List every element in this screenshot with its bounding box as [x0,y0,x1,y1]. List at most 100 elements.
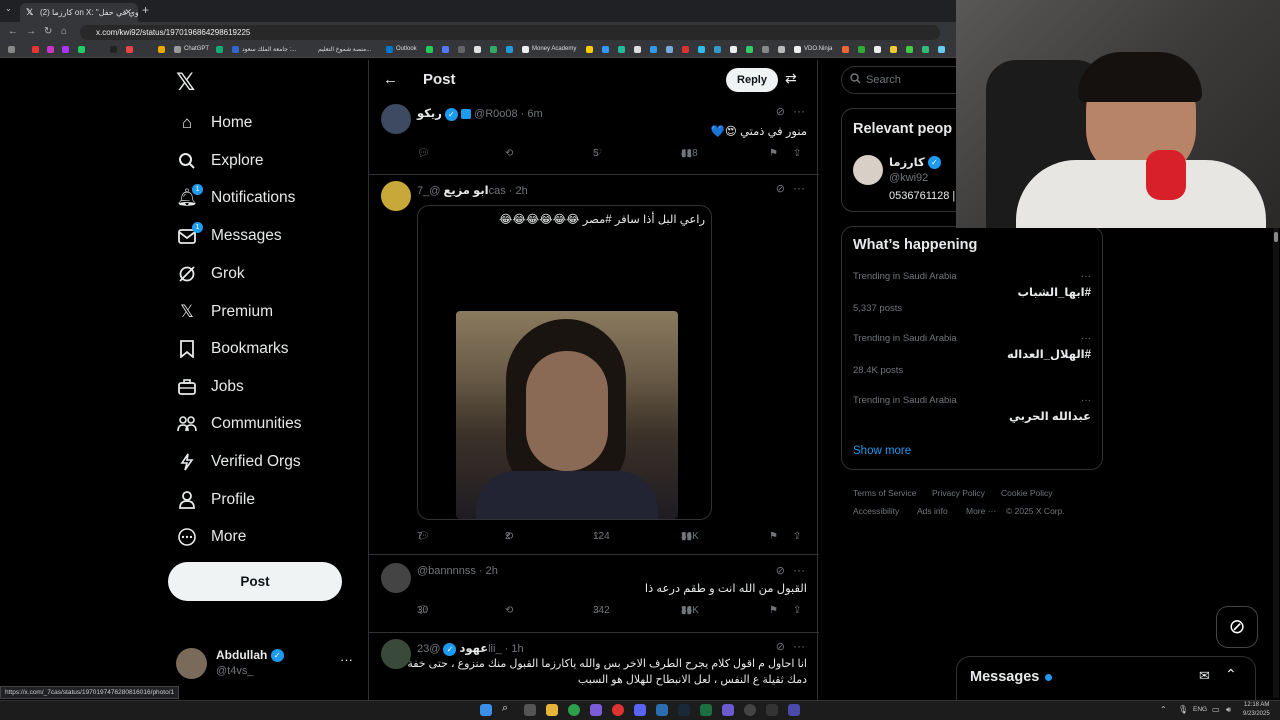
bookmark-icon[interactable]: ⚑ [769,148,778,159]
more-icon[interactable]: ··· [793,639,805,653]
more-icon[interactable]: ··· [793,104,805,118]
excel-icon[interactable] [700,704,712,716]
app-icon[interactable] [612,704,624,716]
whatsapp-icon[interactable] [426,46,433,53]
more-icon[interactable]: ··· [1081,333,1091,344]
grok-icon[interactable]: ⊘ [776,640,785,653]
bookmark-favicon-icon[interactable] [506,46,513,53]
bookmark-favicon-icon[interactable] [650,46,657,53]
trend-item[interactable]: Trending in Saudi Arabia ··· #ابها_الشبا… [842,267,1102,325]
nav-bookmarks[interactable]: Bookmarks [176,334,289,364]
share-icon[interactable]: ⇪ [793,531,801,542]
scrollbar-thumb[interactable] [1274,232,1278,242]
network-icon[interactable]: ▭ [1212,705,1220,714]
reload-icon[interactable]: ↻ [44,26,52,37]
bookmark-favicon-icon[interactable] [698,46,705,53]
more-icon[interactable]: ··· [1081,395,1091,406]
steam-icon[interactable] [678,704,690,716]
messages-drawer[interactable]: Messages ✉ ⌃ [956,656,1256,700]
footer-link[interactable]: Terms of Service [853,488,916,498]
expand-icon[interactable]: ⌃ [1225,666,1237,683]
grok-icon[interactable]: ⊘ [776,105,785,118]
share-icon[interactable]: ⇪ [793,605,801,616]
bookmark-favicon-icon[interactable] [762,46,769,53]
tweet[interactable]: ريكو ✓ @R0o08 · 6m ⊘ ··· منور في ذمتي 😍💙… [369,100,819,168]
media-card[interactable]: راعي البل أذا سافر #مصر 😂😂😂😂😂😂 [417,205,712,520]
bookmark-favicon-icon[interactable] [442,46,449,53]
bookmark-favicon-icon[interactable] [216,46,223,53]
bookmark-favicon-icon[interactable] [32,46,39,53]
bookmark-favicon-icon[interactable] [158,46,165,53]
bookmark-favicon-icon[interactable] [778,46,785,53]
search-input[interactable]: Search [841,66,961,94]
bookmark-favicon-icon[interactable] [938,46,945,53]
bookmark-favicon-icon[interactable] [232,46,239,53]
bookmark-favicon-icon[interactable] [78,46,85,53]
bookmark-item[interactable]: منصة شموخ التعليم... [318,46,371,53]
apps-icon[interactable] [8,46,15,53]
chrome-icon[interactable] [568,704,580,716]
grok-icon[interactable]: ⊘ [776,564,785,577]
tray-chevron-icon[interactable]: ⌃ [1160,705,1167,714]
app-icon[interactable] [590,704,602,716]
nav-notifications[interactable]: 🔔︎ 1 Notifications [176,183,295,213]
more-icon[interactable]: ··· [1081,271,1091,282]
footer-link[interactable]: More ··· [966,506,996,516]
bookmark-favicon-icon[interactable] [922,46,929,53]
nav-explore[interactable]: Explore [176,146,264,176]
repost-icon[interactable]: ⟲ [505,148,513,159]
app-icon[interactable] [766,704,778,716]
obs-icon[interactable] [744,704,756,716]
bookmark-favicon-icon[interactable] [858,46,865,53]
more-icon[interactable]: ··· [793,563,805,577]
footer-link[interactable]: Accessibility [853,506,899,516]
bookmark-favicon-icon[interactable] [126,46,133,53]
bookmark-favicon-icon[interactable] [634,46,641,53]
bookmark-item[interactable]: VDO.Ninja [804,46,832,52]
sliders-icon[interactable]: ⇄ [785,70,797,87]
bookmark-favicon-icon[interactable] [842,46,849,53]
bookmark-item[interactable]: Outlook [396,46,417,52]
bookmark-item[interactable]: Money Academy [532,46,576,52]
grok-floating-button[interactable]: ⊘ [1216,606,1258,648]
new-message-icon[interactable]: ✉ [1199,668,1210,684]
volume-icon[interactable]: 🔊︎ [1226,705,1231,715]
bookmark-icon[interactable]: ⚑ [769,605,778,616]
footer-link[interactable]: Cookie Policy [1001,488,1053,498]
back-arrow-icon[interactable]: ← [383,71,398,88]
browser-tab[interactable]: 𝕏 (2) كارزما on X: "البدوي في حفل... ✕ [20,3,138,22]
trend-item[interactable]: Trending in Saudi Arabia ··· #الهلال_الع… [842,329,1102,387]
tweet-photo[interactable] [456,311,678,519]
bookmark-favicon-icon[interactable] [682,46,689,53]
reply-icon[interactable]: 💬︎ [417,148,430,159]
repost-icon[interactable]: ⟲ [505,605,513,616]
bookmark-favicon-icon[interactable] [110,46,117,53]
url-field[interactable]: x.com/kwi92/status/1970196864298619225 [80,25,940,40]
bookmark-favicon-icon[interactable] [490,46,497,53]
bookmark-favicon-icon[interactable] [474,46,481,53]
scrollbar[interactable] [1273,228,1279,698]
home-browser-icon[interactable]: ⌂ [61,26,67,37]
language-indicator[interactable]: ENG [1193,706,1207,713]
bookmark-favicon-icon[interactable] [586,46,593,53]
bookmark-favicon-icon[interactable] [458,46,465,53]
microphone-icon[interactable]: 🎙︎ [1178,705,1188,714]
footer-link[interactable]: Privacy Policy [932,488,985,498]
trend-item[interactable]: Trending in Saudi Arabia ··· عبدالله الح… [842,391,1102,431]
back-icon[interactable]: ← [8,26,18,37]
bookmark-favicon-icon[interactable] [618,46,625,53]
reply-button[interactable]: Reply [726,68,778,92]
grok-icon[interactable]: ⊘ [776,182,785,195]
share-icon[interactable]: ⇪ [793,148,801,159]
show-more-link[interactable]: Show more [853,445,911,457]
tab-menu-icon[interactable]: ⌄ [5,4,12,13]
nav-jobs[interactable]: Jobs [176,372,244,402]
bookmark-item[interactable]: ChatGPT [184,46,209,52]
clock-date[interactable]: 9/23/2025 [1243,711,1270,717]
more-icon[interactable]: ··· [793,181,805,195]
start-icon[interactable] [480,704,492,716]
x-logo-icon[interactable]: 𝕏 [176,68,195,97]
task-view-icon[interactable] [524,704,536,716]
bookmark-favicon-icon[interactable] [666,46,673,53]
app-icon[interactable] [722,704,734,716]
